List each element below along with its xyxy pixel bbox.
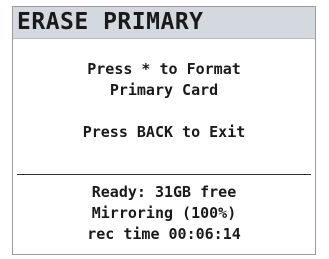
- screen-title: ERASE PRIMARY: [17, 9, 204, 35]
- format-instruction: Press * to Format: [87, 60, 241, 78]
- ready-status: Ready: 31GB free: [91, 183, 237, 201]
- rec-time-status: rec time 00:06:14: [87, 225, 241, 243]
- title-bar: ERASE PRIMARY: [13, 7, 315, 39]
- status-divider: [17, 174, 311, 175]
- device-screen: ERASE PRIMARY Press * to Format Primary …: [12, 6, 316, 255]
- format-target: Primary Card: [109, 81, 219, 99]
- mirroring-status: Mirroring (100%): [91, 204, 237, 222]
- exit-instruction: Press BACK to Exit: [82, 123, 246, 141]
